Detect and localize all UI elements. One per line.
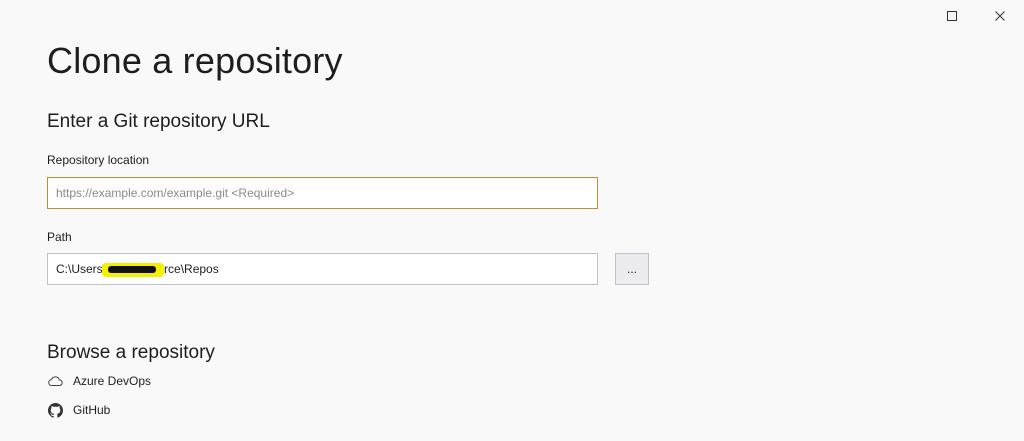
cloud-icon	[47, 373, 63, 389]
browse-section-heading: Browse a repository	[47, 342, 215, 363]
page-title: Clone a repository	[47, 40, 343, 81]
redaction-mark	[102, 263, 164, 277]
github-icon	[47, 402, 63, 418]
azure-devops-item[interactable]: Azure DevOps	[47, 371, 151, 391]
github-label: GitHub	[73, 403, 111, 417]
maximize-icon	[947, 11, 957, 21]
close-icon	[995, 11, 1005, 21]
github-item[interactable]: GitHub	[47, 400, 110, 420]
repository-location-input[interactable]	[47, 177, 598, 209]
azure-devops-label: Azure DevOps	[73, 374, 152, 388]
browse-path-button[interactable]: ...	[615, 253, 649, 285]
repository-location-label: Repository location	[47, 153, 150, 167]
close-button[interactable]	[982, 4, 1018, 28]
path-label: Path	[47, 230, 72, 244]
maximize-button[interactable]	[934, 4, 970, 28]
url-section-heading: Enter a Git repository URL	[47, 111, 270, 132]
